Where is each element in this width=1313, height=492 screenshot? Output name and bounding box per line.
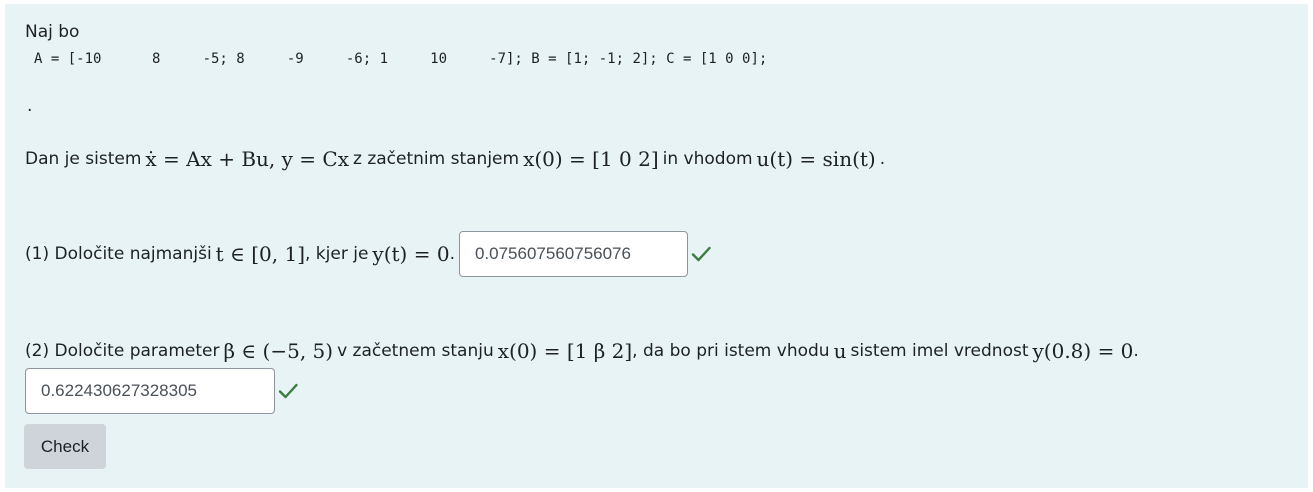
q1-mid: , kjer je <box>305 244 369 264</box>
q2-mid3: sistem imel vrednost <box>850 341 1029 361</box>
q1-prefix: (1) Določite najmanjši <box>25 244 212 264</box>
intro-dot: . <box>27 96 33 116</box>
q2-initial-state: x(0) = [1 β 2] <box>497 339 633 363</box>
intro-text: Naj bo <box>25 22 80 42</box>
system-input: u(t) = sin(t) <box>756 147 876 171</box>
check-button[interactable]: Check <box>24 424 106 469</box>
q2-input-symbol: u <box>833 339 847 363</box>
q2-mid1: v začetnem stanju <box>337 341 494 361</box>
system-statement: Dan je sistem ẋ = Ax + Bu, y = Cx z zače… <box>25 147 885 171</box>
q2-prefix: (2) Določite parameter <box>25 341 220 361</box>
q2-mid2: , da bo pri istem vhodu <box>632 341 830 361</box>
q2-answer-input[interactable] <box>25 368 275 414</box>
q1-end: . <box>449 244 455 264</box>
system-initial-state: x(0) = [1 0 2] <box>523 147 659 171</box>
q1-answer-input[interactable] <box>458 231 688 277</box>
system-mid1: z začetnim stanjem <box>353 149 520 169</box>
check-icon <box>690 243 712 265</box>
q2-range: β ∈ (−5, 5) <box>223 339 334 363</box>
system-equation: ẋ = Ax + Bu, y = Cx <box>145 147 349 171</box>
system-prefix: Dan je sistem <box>25 149 142 169</box>
check-icon <box>277 380 299 402</box>
q2-condition: y(0.8) = 0 <box>1032 339 1134 363</box>
matrix-definition-code: A = [-10 8 -5; 8 -9 -6; 1 10 -7]; B = [1… <box>34 51 768 67</box>
q2-answer-row <box>25 368 299 414</box>
q1-interval: t ∈ [0, 1] <box>215 242 305 266</box>
question-2: (2) Določite parameter β ∈ (−5, 5) v zač… <box>25 339 1139 363</box>
system-mid2: in vhodom <box>662 149 753 169</box>
q1-condition: y(t) = 0 <box>372 242 450 266</box>
system-end: . <box>879 149 886 169</box>
q2-end: . <box>1133 341 1139 361</box>
question-1: (1) Določite najmanjši t ∈ [0, 1] , kjer… <box>25 231 712 277</box>
